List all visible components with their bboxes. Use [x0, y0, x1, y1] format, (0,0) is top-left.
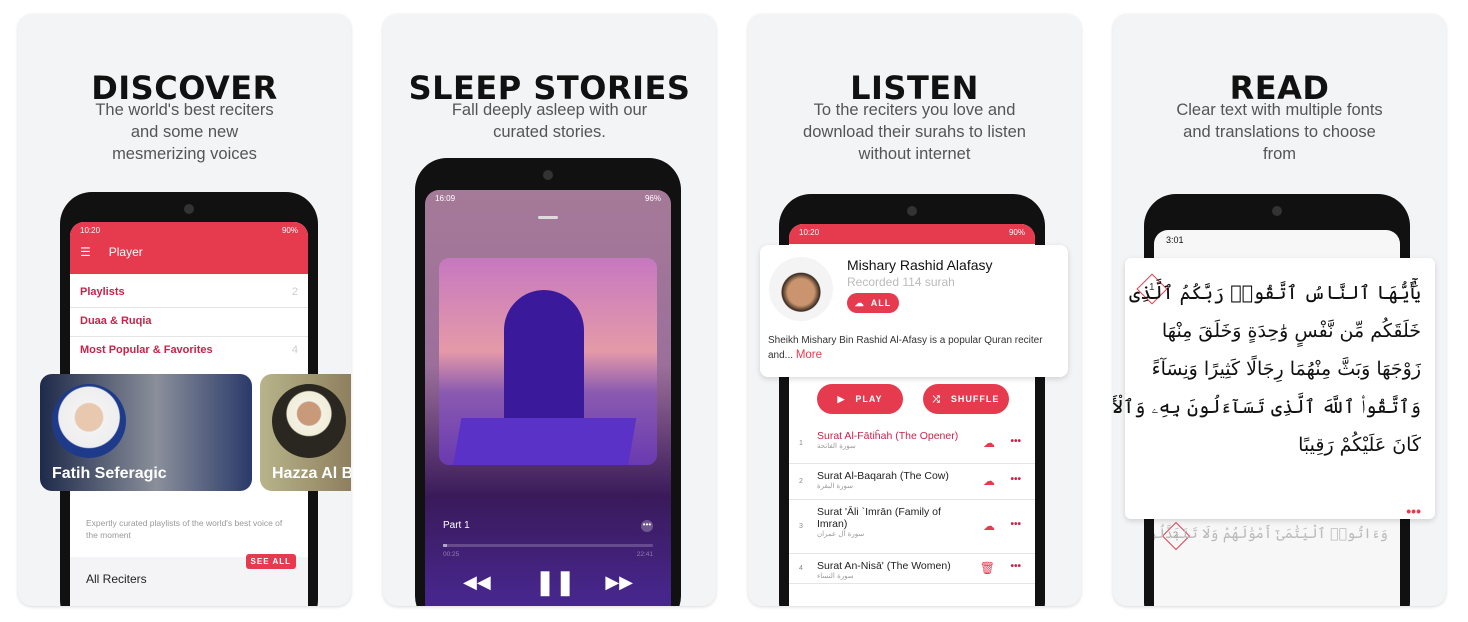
reciter-avatar [272, 384, 346, 458]
trash-icon[interactable]: 🗑 [980, 561, 995, 575]
elapsed-time: 00:25 [443, 551, 460, 558]
phone-frame: 16:09 96% Part 1 ••• 00:25 22:41 ◀◀ ❚❚ ▶▶ [415, 158, 681, 606]
panel-subtitle: The world's best reciters and some new m… [95, 101, 274, 163]
recorded-count: Recorded 114 surah [847, 275, 955, 289]
verse-line: كَانَ عَلَيْكُمْ رَقِيبًا [1298, 434, 1421, 456]
camera [543, 170, 553, 180]
play-icon: ▶ [837, 393, 846, 404]
reciter-card[interactable]: Fatih Seferagic [40, 374, 252, 491]
play-button[interactable]: ▶ PLAY [817, 384, 903, 414]
more-icon[interactable]: ••• [1010, 561, 1021, 572]
surah-number: 2 [799, 478, 803, 485]
surah-number: 1 [799, 440, 803, 447]
surah-number: 3 [799, 523, 803, 530]
cloud-download-icon[interactable]: ☁ [983, 519, 995, 533]
progress-bar[interactable] [443, 544, 653, 547]
description: Expertly curated playlists of the world'… [86, 518, 283, 540]
menu-item-playlists[interactable]: Playlists 2 [70, 280, 308, 308]
panel-listen: LISTEN To the reciters you love and down… [748, 14, 1081, 606]
pause-icon[interactable]: ❚❚ [535, 568, 575, 597]
battery: 90% [281, 226, 298, 235]
surah-arabic-name: سورة آل عمران [817, 530, 865, 538]
camera [1272, 206, 1282, 216]
download-all-button[interactable]: ☁ ALL [847, 293, 899, 313]
more-icon[interactable]: ••• [1010, 474, 1021, 485]
verse-line: زَوْجَهَا وَبَثَّ مِنْهُمَا رِجَالًا كَث… [1151, 358, 1421, 380]
reciter-avatar [52, 384, 126, 458]
book [452, 418, 637, 465]
reciter-bio: Sheikh Mishary Bin Rashid Al-Afasy is a … [768, 335, 1043, 361]
surah-name: Surat Al-Baqarah (The Cow) [817, 470, 949, 482]
panel-discover: DISCOVER The world's best reciters and s… [18, 14, 351, 606]
menu-icon[interactable]: ☰ [80, 245, 91, 259]
surah-row[interactable]: 3 Surat 'Āli `Imrān (Family of Imran) سو… [789, 500, 1035, 554]
verse-card[interactable]: 1 يَٰٓأَيُّهَا ٱلنَّاسُ ٱتَّقُوا۟ رَبَّك… [1113, 258, 1435, 519]
cloud-download-icon[interactable]: ☁ [983, 436, 995, 450]
rewind-icon[interactable]: ◀◀ [463, 572, 491, 593]
see-all-button[interactable]: SEE ALL [245, 554, 296, 569]
cloud-download-icon[interactable]: ☁ [983, 474, 995, 488]
verse-line: يَٰٓأَيُّهَا ٱلنَّاسُ ٱتَّقُوا۟ رَبَّكُم… [1129, 282, 1421, 304]
camera [907, 206, 917, 216]
status-time: 16:09 [435, 194, 456, 203]
surah-row[interactable]: 2 Surat Al-Baqarah (The Cow) سورة البقرة… [789, 464, 1035, 500]
reciter-name: Hazza Al B [272, 465, 351, 482]
reciter-name: Fatih Seferagic [52, 465, 167, 482]
surah-name: Surat 'Āli `Imrān (Family of Imran) [817, 506, 941, 530]
reciter-name: Mishary Rashid Alafasy [847, 257, 993, 273]
more-icon[interactable]: ••• [641, 520, 653, 532]
surah-name: Surat Al-Fātiĥah (The Opener) [817, 430, 959, 442]
surah-row[interactable]: 1 Surat Al-Fātiĥah (The Opener) سورة الف… [789, 424, 1035, 464]
track-title: Part 1 [443, 520, 470, 531]
reciter-card[interactable]: Hazza Al B [260, 374, 351, 491]
section-title: All Reciters [86, 572, 147, 586]
verse-line: خَلَقَكُم مِّن نَّفْسٍ وَٰحِدَةٍ وَخَلَق… [1161, 320, 1421, 342]
app-bar-title: Player [108, 245, 143, 259]
surah-name: Surat An-Nisā' (The Women) [817, 560, 951, 572]
reciter-info-card: Mishary Rashid Alafasy Recorded 114 sura… [760, 245, 1068, 377]
duration: 22:41 [636, 551, 653, 558]
menu-item-duaa[interactable]: Duaa & Ruqia [70, 309, 308, 337]
panel-subtitle: Fall deeply asleep with our curated stor… [451, 101, 648, 141]
more-link[interactable]: More [796, 349, 822, 361]
shuffle-icon: ⤮ [932, 393, 941, 404]
panel-read: READ Clear text with multiple fonts and … [1113, 14, 1446, 606]
more-icon[interactable]: ••• [1010, 519, 1021, 530]
drag-handle[interactable] [538, 216, 558, 219]
camera [184, 204, 194, 214]
surah-arabic-name: سورة البقرة [817, 482, 854, 490]
fast-forward-icon[interactable]: ▶▶ [605, 572, 633, 593]
panel-subtitle: Clear text with multiple fonts and trans… [1176, 101, 1383, 163]
shuffle-button[interactable]: ⤮ SHUFFLE [923, 384, 1009, 414]
verse-line: وَٱتَّقُوا۟ ٱللَّهَ ٱلَّذِى تَسَآءَلُونَ… [1113, 396, 1421, 418]
reciter-avatar [769, 257, 833, 321]
surah-row[interactable]: 4 Surat An-Nisā' (The Women) سورة النساء… [789, 554, 1035, 584]
panel-sleep-stories: SLEEP STORIES Fall deeply asleep with ou… [383, 14, 716, 606]
panel-subtitle: To the reciters you love and download th… [803, 101, 1026, 163]
more-options-icon[interactable]: ••• [1406, 503, 1421, 519]
status-time: 10:20 [80, 226, 101, 235]
battery: 96% [644, 194, 661, 203]
surah-number: 4 [799, 565, 803, 572]
more-icon[interactable]: ••• [1010, 436, 1021, 447]
status-time: 3:01 [1166, 235, 1184, 245]
menu-item-popular[interactable]: Most Popular & Favorites 4 [70, 338, 308, 366]
cloud-download-icon: ☁ [854, 297, 865, 308]
story-artwork [439, 258, 657, 465]
surah-arabic-name: سورة الفاتحة [817, 442, 856, 450]
surah-arabic-name: سورة النساء [817, 572, 854, 580]
verse-text: وَءَاتُوا۟ ٱلْيَتَٰمَىٰٓ أَمْوَٰلَهُمْ و… [1154, 526, 1388, 542]
